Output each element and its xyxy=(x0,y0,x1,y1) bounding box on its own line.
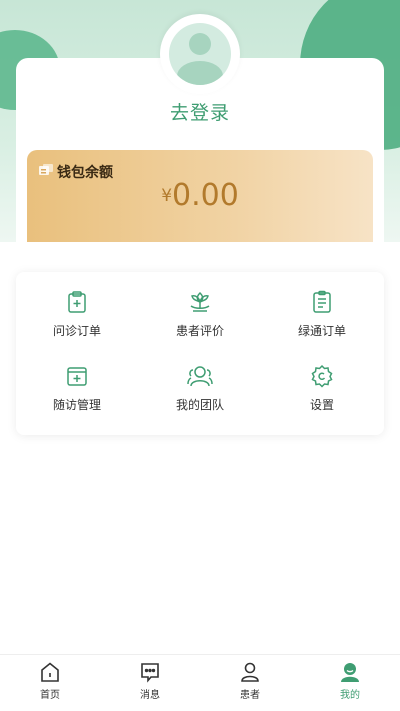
currency-symbol: ¥ xyxy=(161,186,173,206)
tab-home[interactable]: 首页 xyxy=(0,661,100,709)
menu-label: 随访管理 xyxy=(52,398,101,412)
function-menu: 问诊订单 患者评价 绿通订单 随访管理 我的团队 设置 xyxy=(16,272,384,435)
tab-label: 患者 xyxy=(240,690,260,701)
bottom-tab-bar: 首页 消息 患者 我的 xyxy=(0,654,400,711)
menu-followup-management[interactable]: 随访管理 xyxy=(22,364,132,424)
login-link[interactable]: 去登录 xyxy=(0,98,400,125)
wallet-amount: ¥0.00 xyxy=(27,178,373,213)
message-icon xyxy=(141,663,159,683)
tab-mine[interactable]: 我的 xyxy=(300,661,400,709)
patient-icon xyxy=(241,662,259,682)
menu-consult-orders[interactable]: 问诊订单 xyxy=(22,290,132,350)
menu-label: 患者评价 xyxy=(175,324,224,338)
balance-value: 0.00 xyxy=(172,178,239,213)
clipboard-plus-icon xyxy=(68,291,86,313)
tab-label: 首页 xyxy=(40,690,60,701)
menu-label: 我的团队 xyxy=(175,398,224,412)
flower-icon xyxy=(190,291,210,312)
tab-label: 消息 xyxy=(140,690,160,701)
tab-patients[interactable]: 患者 xyxy=(200,661,300,709)
wallet-icon xyxy=(39,164,53,175)
home-icon xyxy=(41,662,59,682)
tab-messages[interactable]: 消息 xyxy=(100,661,200,709)
menu-my-team[interactable]: 我的团队 xyxy=(145,364,255,424)
document-list-icon xyxy=(313,290,331,313)
menu-green-channel-orders[interactable]: 绿通订单 xyxy=(267,290,377,350)
menu-label: 绿通订单 xyxy=(297,324,346,338)
avatar-body xyxy=(177,61,223,85)
avatar-head xyxy=(189,33,211,55)
profile-icon xyxy=(341,663,359,682)
tab-label: 我的 xyxy=(340,690,360,701)
menu-settings[interactable]: 设置 xyxy=(267,364,377,424)
menu-patient-reviews[interactable]: 患者评价 xyxy=(145,290,255,350)
team-icon xyxy=(187,366,213,387)
gear-icon xyxy=(311,364,333,388)
menu-label: 设置 xyxy=(309,398,334,412)
menu-label: 问诊订单 xyxy=(52,324,101,338)
medical-box-icon xyxy=(67,367,87,386)
avatar[interactable] xyxy=(169,23,231,85)
wallet-card[interactable]: 钱包余额 ¥0.00 xyxy=(27,150,373,242)
